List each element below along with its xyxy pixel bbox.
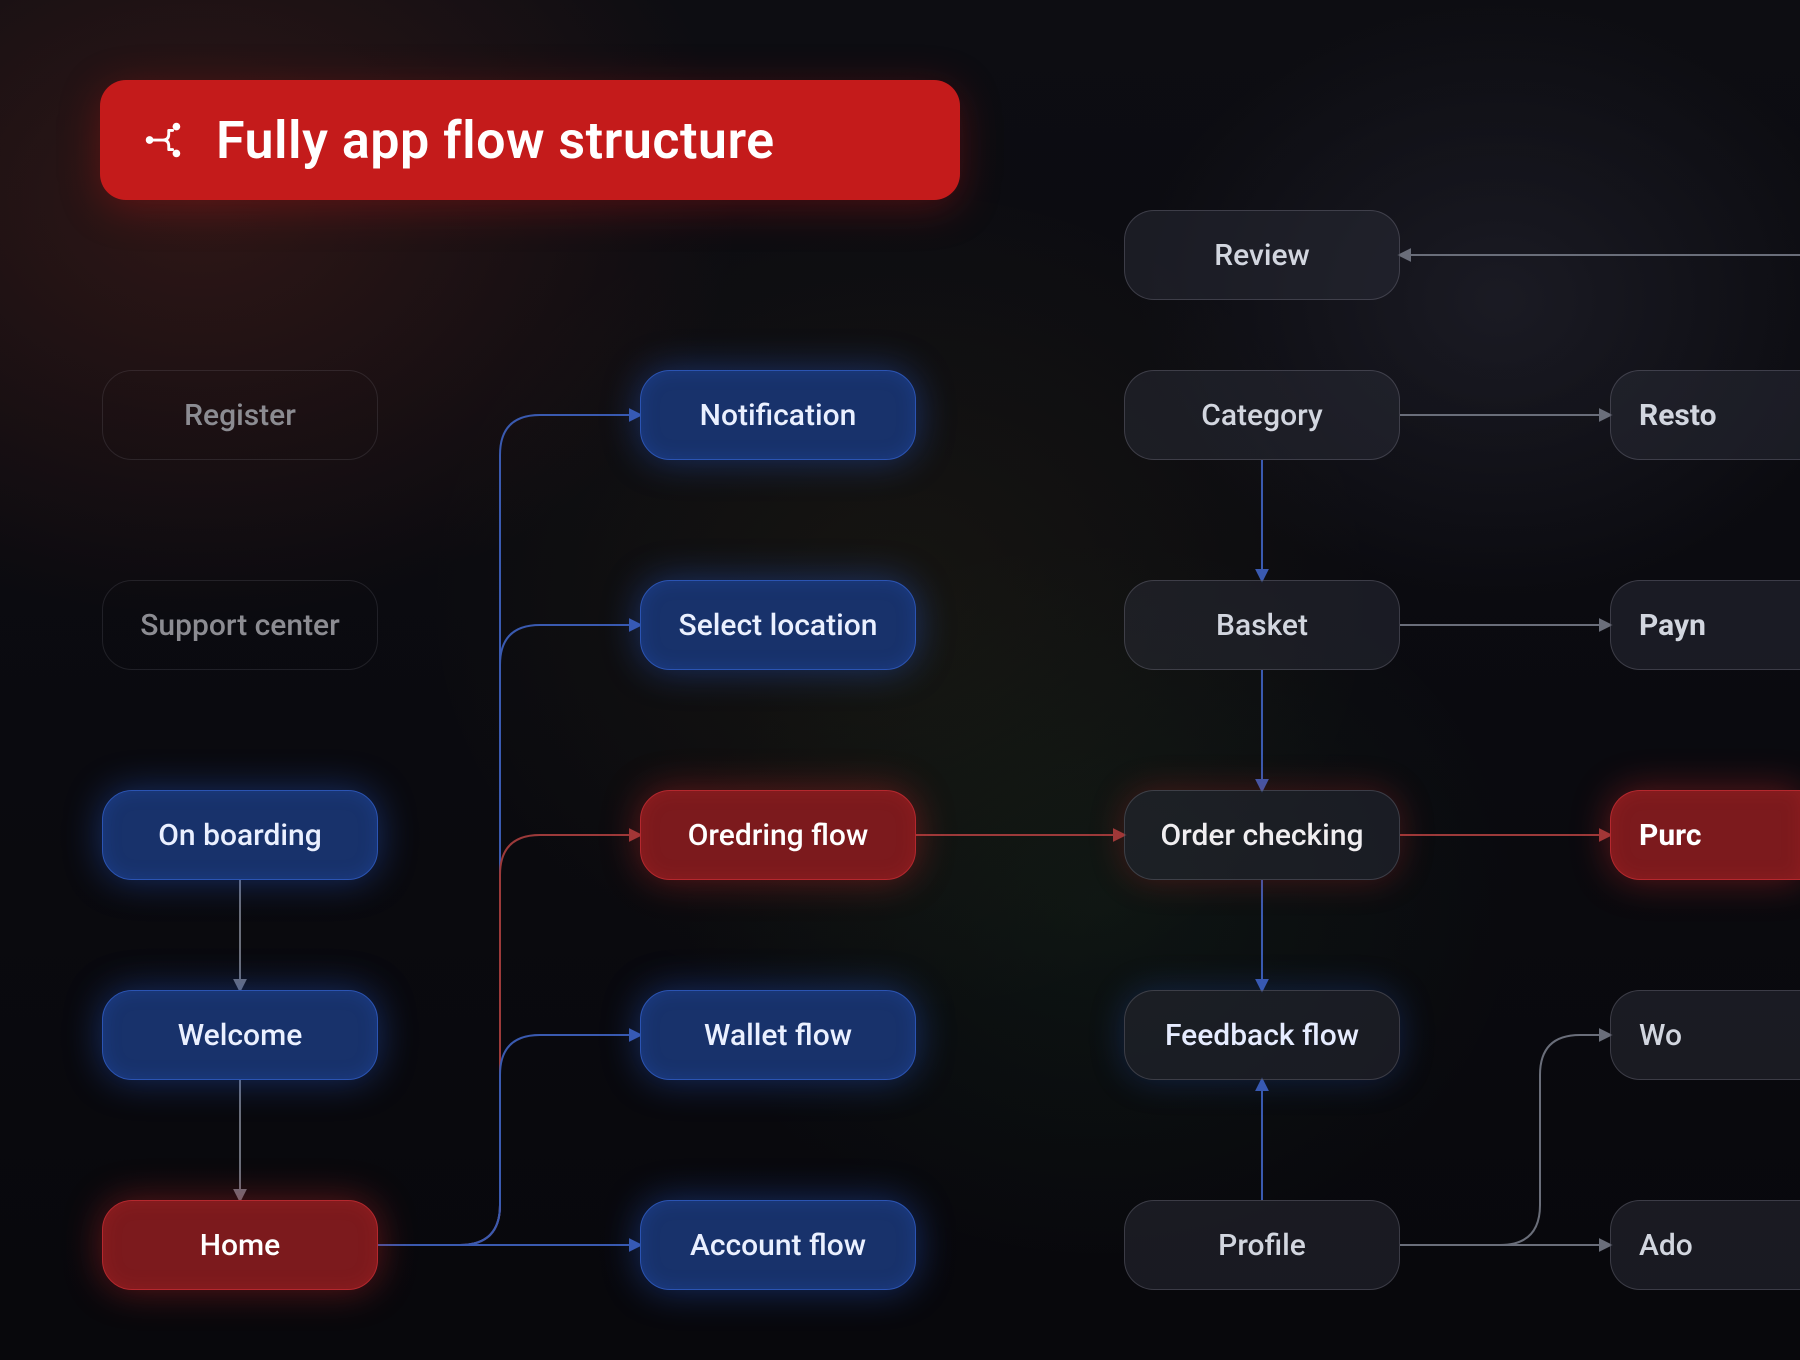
- node-on-boarding[interactable]: On boarding: [102, 790, 378, 880]
- node-support-center[interactable]: Support center: [102, 580, 378, 670]
- node-payment[interactable]: Payn: [1610, 580, 1800, 670]
- node-basket[interactable]: Basket: [1124, 580, 1400, 670]
- node-order-checking[interactable]: Order checking: [1124, 790, 1400, 880]
- node-select-location[interactable]: Select location: [640, 580, 916, 670]
- node-review[interactable]: Review: [1124, 210, 1400, 300]
- node-feedback-flow[interactable]: Feedback flow: [1124, 990, 1400, 1080]
- node-wallet-flow[interactable]: Wallet flow: [640, 990, 916, 1080]
- node-wallet-col5[interactable]: Wo: [1610, 990, 1800, 1080]
- node-restaurant[interactable]: Resto: [1610, 370, 1800, 460]
- flow-connectors: [0, 0, 1800, 1360]
- node-category[interactable]: Category: [1124, 370, 1400, 460]
- node-welcome[interactable]: Welcome: [102, 990, 378, 1080]
- node-home[interactable]: Home: [102, 1200, 378, 1290]
- flow-structure-icon: [140, 117, 186, 163]
- node-account-flow[interactable]: Account flow: [640, 1200, 916, 1290]
- node-ordering-flow[interactable]: Oredring flow: [640, 790, 916, 880]
- title-card: Fully app flow structure: [100, 80, 960, 200]
- page-title: Fully app flow structure: [216, 110, 775, 171]
- node-register[interactable]: Register: [102, 370, 378, 460]
- node-purchase[interactable]: Purc: [1610, 790, 1800, 880]
- node-address-col5[interactable]: Ado: [1610, 1200, 1800, 1290]
- node-profile[interactable]: Profile: [1124, 1200, 1400, 1290]
- node-notification[interactable]: Notification: [640, 370, 916, 460]
